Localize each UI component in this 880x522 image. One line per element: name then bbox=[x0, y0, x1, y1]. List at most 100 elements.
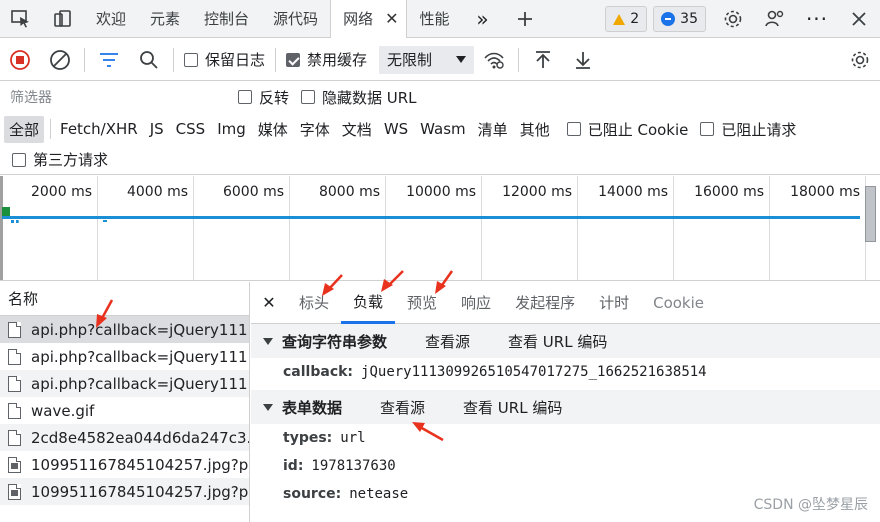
view-url-encoded-button[interactable]: 查看 URL 编码 bbox=[508, 331, 607, 352]
tab-console[interactable]: 控制台 bbox=[192, 0, 261, 37]
request-row[interactable]: 109951167845104257.jpg?p... bbox=[0, 451, 249, 478]
request-row[interactable]: api.php?callback=jQuery111... bbox=[0, 370, 249, 397]
type-css[interactable]: CSS bbox=[171, 117, 211, 141]
type-other[interactable]: 其他 bbox=[515, 116, 555, 143]
type-media[interactable]: 媒体 bbox=[253, 116, 293, 143]
type-manifest[interactable]: 清单 bbox=[473, 116, 513, 143]
network-conditions-icon[interactable] bbox=[474, 39, 514, 81]
detail-tabs: ✕ 标头 负载 预览 响应 发起程序 计时 Cookie bbox=[251, 282, 880, 324]
document-icon bbox=[8, 429, 21, 446]
request-row[interactable]: wave.gif bbox=[0, 397, 249, 424]
third-party-row: 第三方请求 bbox=[0, 145, 880, 175]
checkbox-box[interactable] bbox=[286, 52, 301, 67]
warnings-badge[interactable]: 2 bbox=[605, 6, 648, 32]
chevron-down-icon bbox=[456, 56, 467, 63]
close-devtools-icon[interactable] bbox=[838, 0, 880, 37]
type-all[interactable]: 全部 bbox=[4, 115, 45, 143]
timeline-tick-label: 12000 ms bbox=[502, 184, 572, 200]
view-source-button[interactable]: 查看源 bbox=[425, 331, 470, 352]
checkbox-box[interactable] bbox=[238, 90, 252, 104]
tab-timing[interactable]: 计时 bbox=[587, 282, 641, 324]
export-har-icon[interactable] bbox=[563, 39, 603, 81]
type-fetch-xhr[interactable]: Fetch/XHR bbox=[55, 117, 143, 141]
customize-icon[interactable] bbox=[754, 0, 796, 37]
request-row[interactable]: 109951167845104257.jpg?p... bbox=[0, 478, 249, 505]
tab-elements[interactable]: 元素 bbox=[138, 0, 192, 37]
preserve-log-checkbox[interactable]: 保留日志 bbox=[184, 49, 265, 70]
query-string-section-header[interactable]: 查询字符串参数 查看源 查看 URL 编码 bbox=[251, 324, 880, 358]
type-wasm[interactable]: Wasm bbox=[415, 117, 471, 141]
tab-performance[interactable]: 性能 bbox=[407, 0, 461, 37]
close-icon[interactable]: ✕ bbox=[385, 9, 398, 28]
tab-sources[interactable]: 源代码 bbox=[261, 0, 330, 37]
tab-headers[interactable]: 标头 bbox=[287, 282, 341, 324]
view-url-encoded-button[interactable]: 查看 URL 编码 bbox=[463, 397, 562, 418]
messages-badge[interactable]: 35 bbox=[653, 6, 706, 32]
tab-network[interactable]: 网络 ✕ bbox=[330, 0, 408, 38]
tab-payload[interactable]: 负载 bbox=[341, 282, 396, 324]
timeline-tick-label: 6000 ms bbox=[222, 184, 284, 200]
tab-cookies[interactable]: Cookie bbox=[641, 282, 716, 324]
settings-gear-icon[interactable] bbox=[712, 0, 754, 37]
timeline-tick-label: 8000 ms bbox=[318, 184, 380, 200]
request-row[interactable]: 2cd8e4582ea044d6da247c3... bbox=[0, 424, 249, 451]
invert-checkbox[interactable]: 反转 bbox=[238, 87, 289, 108]
timeline-right-handle[interactable] bbox=[865, 186, 876, 242]
tab-response[interactable]: 响应 bbox=[449, 282, 503, 324]
timeline-tick-label: 4000 ms bbox=[126, 184, 188, 200]
third-party-checkbox[interactable]: 第三方请求 bbox=[12, 149, 108, 170]
disable-cache-checkbox[interactable]: 禁用缓存 bbox=[286, 49, 367, 70]
timeline-marker bbox=[11, 220, 19, 223]
inspect-element-icon[interactable] bbox=[0, 0, 42, 37]
throttling-select[interactable]: 无限制 bbox=[379, 45, 475, 74]
tab-initiator[interactable]: 发起程序 bbox=[503, 282, 587, 324]
search-icon[interactable] bbox=[129, 39, 169, 81]
filter-row: 筛选器 反转 隐藏数据 URL bbox=[0, 81, 880, 113]
more-tabs-icon[interactable]: » bbox=[462, 0, 504, 37]
blocked-requests-checkbox[interactable]: 已阻止请求 bbox=[700, 119, 796, 140]
checkbox-box[interactable] bbox=[700, 122, 715, 136]
timeline-tick-label: 18000 ms bbox=[790, 184, 860, 200]
timeline-tick-label: 14000 ms bbox=[598, 184, 668, 200]
view-source-button[interactable]: 查看源 bbox=[380, 397, 425, 418]
lower-panel: 名称 api.php?callback=jQuery111... api.php… bbox=[0, 282, 880, 522]
import-har-icon[interactable] bbox=[523, 39, 563, 81]
type-img[interactable]: Img bbox=[212, 117, 251, 141]
document-icon bbox=[8, 402, 21, 419]
timeline-tick-label: 16000 ms bbox=[694, 184, 764, 200]
record-stop-icon[interactable] bbox=[0, 39, 40, 81]
request-row[interactable]: api.php?callback=jQuery111... bbox=[0, 343, 249, 370]
form-param-row: id: 1978137630 bbox=[283, 458, 396, 474]
type-font[interactable]: 字体 bbox=[295, 116, 335, 143]
tab-preview[interactable]: 预览 bbox=[395, 282, 449, 324]
filter-input[interactable]: 筛选器 bbox=[4, 86, 222, 108]
type-ws[interactable]: WS bbox=[379, 117, 413, 141]
filter-icon[interactable] bbox=[89, 39, 129, 81]
tab-welcome[interactable]: 欢迎 bbox=[84, 0, 138, 37]
add-tab-icon[interactable] bbox=[504, 0, 546, 37]
hide-data-url-checkbox[interactable]: 隐藏数据 URL bbox=[301, 87, 417, 108]
expand-triangle-icon bbox=[263, 337, 273, 345]
device-toolbar-icon[interactable] bbox=[42, 0, 84, 37]
checkbox-box[interactable] bbox=[12, 152, 26, 167]
request-row[interactable]: api.php?callback=jQuery111... bbox=[0, 316, 249, 343]
timeline-download-bar bbox=[2, 216, 860, 219]
close-detail-icon[interactable]: ✕ bbox=[251, 293, 287, 312]
form-param-row: types: url bbox=[283, 430, 366, 446]
timeline-tick-label: 10000 ms bbox=[406, 184, 476, 200]
timeline-overview[interactable]: 2000 ms 4000 ms 6000 ms 8000 ms 10000 ms 1200… bbox=[0, 176, 880, 281]
checkbox-box[interactable] bbox=[184, 52, 198, 67]
clear-icon[interactable] bbox=[40, 39, 80, 81]
checkbox-box[interactable] bbox=[566, 122, 581, 136]
document-icon bbox=[8, 321, 21, 338]
name-column-header[interactable]: 名称 bbox=[0, 282, 249, 316]
blocked-cookies-checkbox[interactable]: 已阻止 Cookie bbox=[566, 119, 688, 140]
timeline-tick-label: 2000 ms bbox=[30, 184, 92, 200]
form-data-section-header[interactable]: 表单数据 查看源 查看 URL 编码 bbox=[251, 390, 880, 424]
network-settings-gear-icon[interactable] bbox=[840, 39, 880, 81]
checkbox-box[interactable] bbox=[301, 90, 316, 104]
type-doc[interactable]: 文档 bbox=[337, 116, 377, 143]
type-js[interactable]: JS bbox=[145, 117, 169, 141]
more-options-icon[interactable]: ··· bbox=[796, 0, 838, 37]
watermark: CSDN @坠梦星辰 bbox=[753, 497, 868, 513]
